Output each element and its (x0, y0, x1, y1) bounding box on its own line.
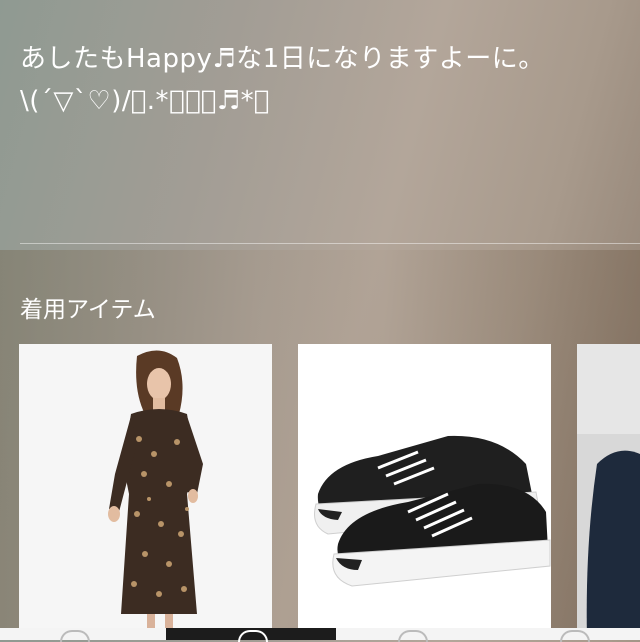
comment-line-2: \(´▽`♡)/ﾟ.*･｡ﾟ♬*ﾟ (20, 86, 270, 116)
tab-bar (0, 628, 640, 642)
profile-icon[interactable] (560, 630, 590, 642)
tab-active[interactable] (166, 628, 336, 642)
post-comment: あしたもHappy♬な1日になりますよーに。 \(´▽`♡)/ﾟ.*･｡ﾟ♬*ﾟ (20, 38, 630, 122)
item-card-sneakers[interactable] (298, 344, 551, 640)
item-card-partial[interactable] (577, 344, 640, 640)
comment-line-1: あしたもHappy♬な1日になりますよーに。 (20, 44, 545, 74)
tag-icon[interactable] (398, 630, 428, 642)
camera-icon (238, 630, 268, 642)
section-title: 着用アイテム (20, 297, 156, 323)
partial-item-image (577, 344, 640, 640)
dress-image (19, 344, 272, 640)
item-card-dress[interactable] (19, 344, 272, 640)
divider (20, 243, 640, 244)
sneakers-image (298, 344, 551, 640)
home-icon[interactable] (60, 630, 90, 642)
